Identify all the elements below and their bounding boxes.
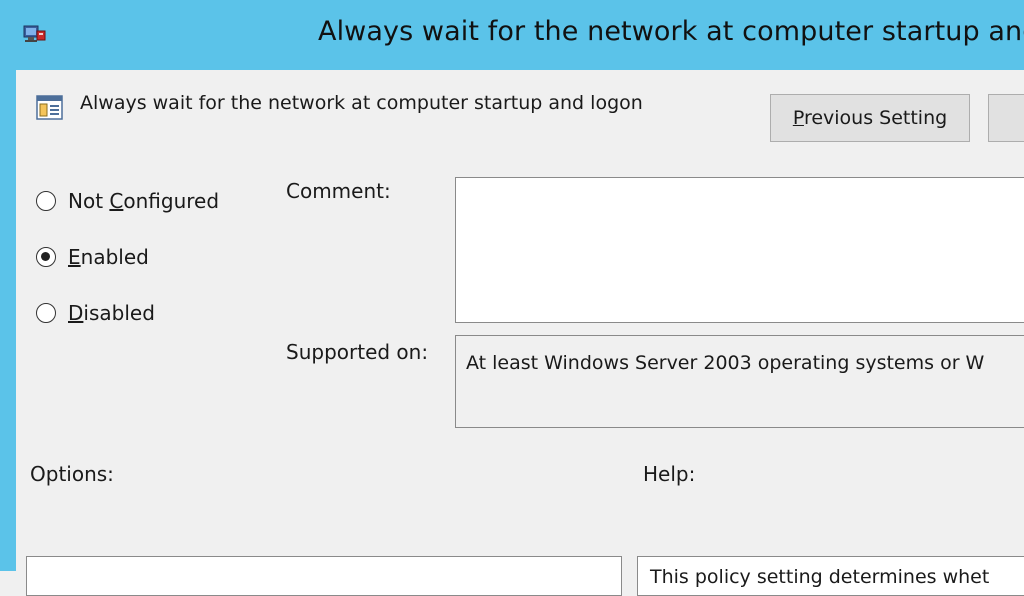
- policy-name: Always wait for the network at computer …: [80, 92, 643, 114]
- window-frame-left: [0, 0, 16, 571]
- comment-textbox[interactable]: [455, 177, 1024, 323]
- supported-on-label: Supported on:: [286, 340, 429, 364]
- radio-circle-selected[interactable]: [36, 247, 56, 267]
- help-text: This policy setting determines whet: [650, 566, 990, 588]
- next-setting-button[interactable]: [988, 94, 1024, 142]
- supported-on-value: At least Windows Server 2003 operating s…: [466, 352, 985, 374]
- radio-circle[interactable]: [36, 303, 56, 323]
- group-policy-icon: [22, 22, 48, 46]
- comment-label: Comment:: [286, 179, 391, 203]
- radio-enabled[interactable]: Enabled: [36, 245, 149, 269]
- options-panel[interactable]: [26, 556, 622, 596]
- help-label: Help:: [643, 462, 696, 486]
- supported-on-field[interactable]: At least Windows Server 2003 operating s…: [455, 335, 1024, 428]
- previous-setting-button[interactable]: Previous Setting: [770, 94, 970, 142]
- policy-setting-icon: [36, 94, 64, 122]
- radio-circle[interactable]: [36, 191, 56, 211]
- title-bar[interactable]: Always wait for the network at computer …: [0, 0, 1024, 70]
- options-label: Options:: [30, 462, 114, 486]
- radio-not-configured[interactable]: Not Configured: [36, 189, 219, 213]
- window-title: Always wait for the network at computer …: [318, 16, 1024, 47]
- help-panel[interactable]: This policy setting determines whet: [637, 556, 1024, 596]
- radio-disabled[interactable]: Disabled: [36, 301, 155, 325]
